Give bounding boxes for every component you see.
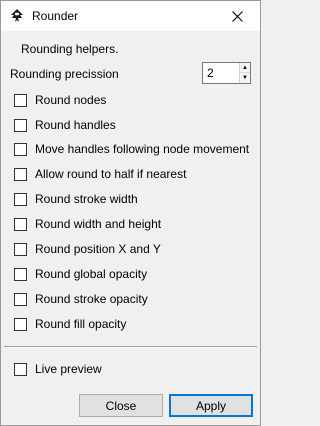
window-title: Rounder: [32, 9, 79, 23]
round-fill-opacity-checkbox[interactable]: [14, 317, 27, 331]
spin-arrows: ▲ ▼: [239, 63, 250, 83]
option-round-fill-opacity[interactable]: Round fill opacity: [14, 316, 126, 332]
spin-down-button[interactable]: ▼: [240, 73, 250, 83]
option-round-global-opacity[interactable]: Round global opacity: [14, 266, 147, 282]
precision-value[interactable]: 2: [207, 66, 214, 80]
inkscape-icon: [9, 8, 25, 24]
option-round-half[interactable]: Allow round to half if nearest: [14, 166, 186, 182]
close-button[interactable]: Close: [79, 394, 163, 417]
round-stroke-width-checkbox[interactable]: [14, 192, 27, 206]
option-label: Move handles following node movement: [35, 142, 250, 156]
rounder-dialog: Rounder Rounding helpers. Rounding preci…: [0, 0, 261, 426]
option-live-preview[interactable]: Live preview: [14, 361, 102, 377]
option-move-handles[interactable]: Move handles following node movement: [14, 141, 249, 157]
close-button-label: Close: [105, 398, 137, 413]
move-handles-checkbox[interactable]: [14, 142, 27, 156]
live-preview-label: Live preview: [35, 362, 102, 376]
option-round-stroke-width[interactable]: Round stroke width: [14, 191, 138, 207]
option-round-handles[interactable]: Round handles: [14, 117, 116, 133]
option-label: Round global opacity: [35, 267, 148, 281]
close-icon: [231, 10, 243, 22]
precision-spinbox[interactable]: 2 ▲ ▼: [202, 62, 251, 84]
option-label: Round width and height: [35, 217, 162, 231]
option-label: Round handles: [35, 118, 116, 132]
round-position-checkbox[interactable]: [14, 242, 27, 256]
round-half-checkbox[interactable]: [14, 167, 27, 181]
option-label: Round nodes: [35, 93, 107, 107]
precision-label: Rounding precission: [10, 67, 119, 81]
separator: [4, 346, 257, 347]
round-stroke-opacity-checkbox[interactable]: [14, 292, 27, 306]
apply-button-label: Apply: [195, 398, 227, 413]
option-label: Round fill opacity: [35, 317, 127, 331]
option-label: Allow round to half if nearest: [35, 167, 187, 181]
live-preview-checkbox[interactable]: [14, 362, 27, 376]
option-label: Round stroke width: [35, 192, 138, 206]
round-width-height-checkbox[interactable]: [14, 217, 27, 231]
apply-button[interactable]: Apply: [169, 394, 253, 417]
helper-text: Rounding helpers.: [21, 42, 119, 56]
spin-up-button[interactable]: ▲: [240, 63, 250, 73]
option-label: Round position X and Y: [35, 242, 161, 256]
round-handles-checkbox[interactable]: [14, 118, 27, 132]
title-bar: Rounder: [1, 1, 260, 31]
option-round-stroke-opacity[interactable]: Round stroke opacity: [14, 291, 148, 307]
option-label: Round stroke opacity: [35, 292, 148, 306]
window-close-button[interactable]: [214, 1, 260, 31]
option-round-nodes[interactable]: Round nodes: [14, 92, 106, 108]
round-nodes-checkbox[interactable]: [14, 93, 27, 107]
round-global-opacity-checkbox[interactable]: [14, 267, 27, 281]
option-round-position[interactable]: Round position X and Y: [14, 241, 161, 257]
option-round-width-height[interactable]: Round width and height: [14, 216, 161, 232]
